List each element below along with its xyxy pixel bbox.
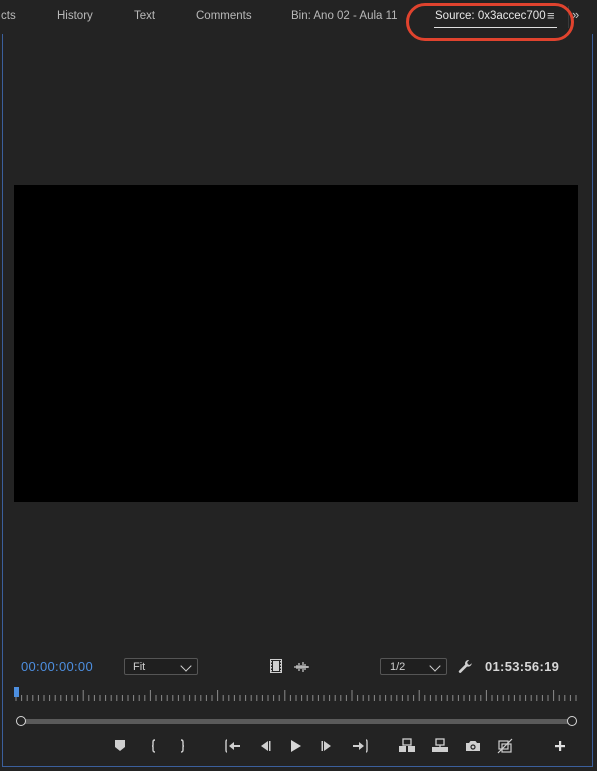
overwrite-icon[interactable] xyxy=(431,738,449,754)
audio-waveform-icon[interactable] xyxy=(294,660,310,678)
tab-text[interactable]: Text xyxy=(134,10,155,22)
multicam-icon[interactable] xyxy=(497,738,513,754)
go-to-out-icon[interactable] xyxy=(352,738,368,754)
camera-icon[interactable] xyxy=(465,738,481,754)
plus-icon[interactable] xyxy=(553,738,567,754)
panel-tab-bar: cts History Text Comments Bin: Ano 02 - … xyxy=(0,0,597,41)
insert-icon[interactable] xyxy=(398,738,416,754)
source-duration-timecode: 01:53:56:19 xyxy=(485,659,560,674)
step-back-icon[interactable] xyxy=(258,738,272,754)
tab-comments[interactable]: Comments xyxy=(196,10,252,22)
step-forward-icon[interactable] xyxy=(320,738,334,754)
zoom-scroll-handle-start[interactable] xyxy=(16,716,26,726)
zoom-level-value: Fit xyxy=(133,661,146,673)
zoom-scroll-handle-end[interactable] xyxy=(567,716,577,726)
active-tab-underline xyxy=(434,27,557,28)
add-marker-icon[interactable] xyxy=(114,738,126,754)
film-strip-icon[interactable] xyxy=(270,659,282,678)
playback-resolution-value: 1/2 xyxy=(390,661,406,673)
chevron-down-icon xyxy=(429,660,441,672)
tab-bin[interactable]: Bin: Ano 02 - Aula 11 xyxy=(291,10,398,22)
playhead-marker[interactable] xyxy=(14,687,19,697)
go-to-in-icon[interactable] xyxy=(225,738,241,754)
mark-out-icon[interactable] xyxy=(177,738,187,754)
tab-effects[interactable]: cts xyxy=(1,10,16,22)
video-preview[interactable] xyxy=(14,185,578,502)
mark-in-icon[interactable] xyxy=(149,738,159,754)
time-ruler[interactable] xyxy=(14,688,578,702)
tab-history[interactable]: History xyxy=(57,10,93,22)
tab-source[interactable]: Source: 0x3accec700 xyxy=(435,10,546,22)
tab-divider xyxy=(568,6,569,28)
chevron-down-icon xyxy=(180,660,192,672)
playhead-timecode[interactable]: 00:00:00:00 xyxy=(21,659,93,674)
play-icon[interactable] xyxy=(289,738,303,754)
source-monitor-panel: cts History Text Comments Bin: Ano 02 - … xyxy=(0,0,597,771)
tab-overflow-icon[interactable]: » xyxy=(572,7,579,22)
panel-menu-icon[interactable]: ≡ xyxy=(547,8,555,23)
zoom-level-select[interactable]: Fit xyxy=(124,658,198,675)
zoom-scroll-bar[interactable] xyxy=(20,719,573,724)
playback-resolution-select[interactable]: 1/2 xyxy=(380,658,447,675)
wrench-icon[interactable] xyxy=(458,659,473,679)
